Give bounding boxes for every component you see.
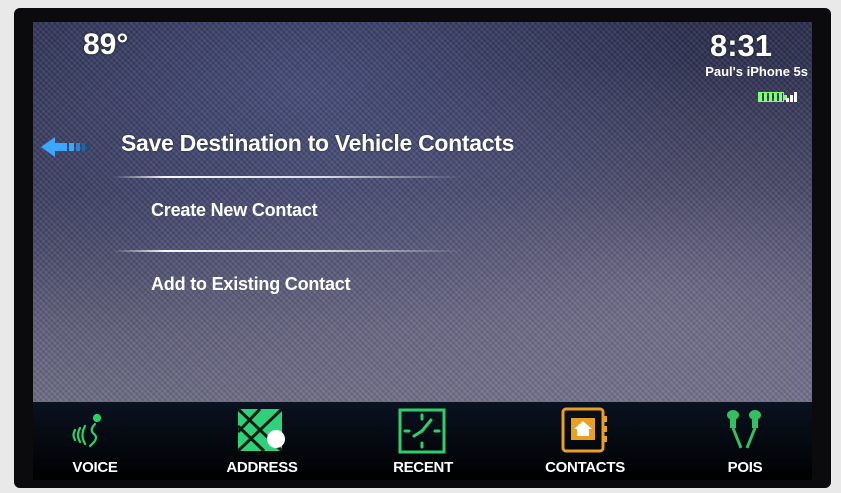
add-to-existing-contact-item[interactable]: Add to Existing Contact xyxy=(151,274,351,295)
tab-contacts-label: CONTACTS xyxy=(545,459,625,476)
signal-strength-icon xyxy=(786,92,800,102)
tab-recent-label: RECENT xyxy=(393,459,453,476)
tab-voice-label: VOICE xyxy=(72,459,118,476)
tab-address-label: ADDRESS xyxy=(226,459,298,476)
outside-temperature: 89° xyxy=(83,28,129,61)
page-title: Save Destination to Vehicle Contacts xyxy=(121,130,515,156)
infotainment-screen: 89° 8:31 Paul's iPhone 5s Save Destinati… xyxy=(33,22,812,402)
tab-pois-label: POIS xyxy=(727,459,763,476)
tab-address[interactable]: ADDRESS xyxy=(202,402,322,480)
contacts-book-icon xyxy=(561,407,607,453)
tab-voice[interactable]: VOICE xyxy=(35,402,155,480)
create-new-contact-item[interactable]: Create New Contact xyxy=(151,200,318,221)
divider xyxy=(113,176,463,178)
tab-pois[interactable]: POIS xyxy=(685,402,805,480)
clock-time: 8:31 xyxy=(709,28,772,63)
clock-icon xyxy=(398,408,446,454)
battery-icon xyxy=(758,92,787,102)
tab-contacts[interactable]: CONTACTS xyxy=(525,402,645,480)
voice-icon xyxy=(72,413,102,448)
tab-recent[interactable]: RECENT xyxy=(363,402,483,480)
bottom-nav-bar: VOICE ADDRESS RECENT CONTACTS POIS xyxy=(33,402,812,480)
divider xyxy=(113,250,463,252)
back-button[interactable] xyxy=(41,134,101,160)
connected-phone-name: Paul's iPhone 5s xyxy=(705,64,808,79)
pushpin-icon xyxy=(727,410,761,449)
back-arrow-icon xyxy=(41,137,89,157)
address-map-icon xyxy=(236,407,285,453)
